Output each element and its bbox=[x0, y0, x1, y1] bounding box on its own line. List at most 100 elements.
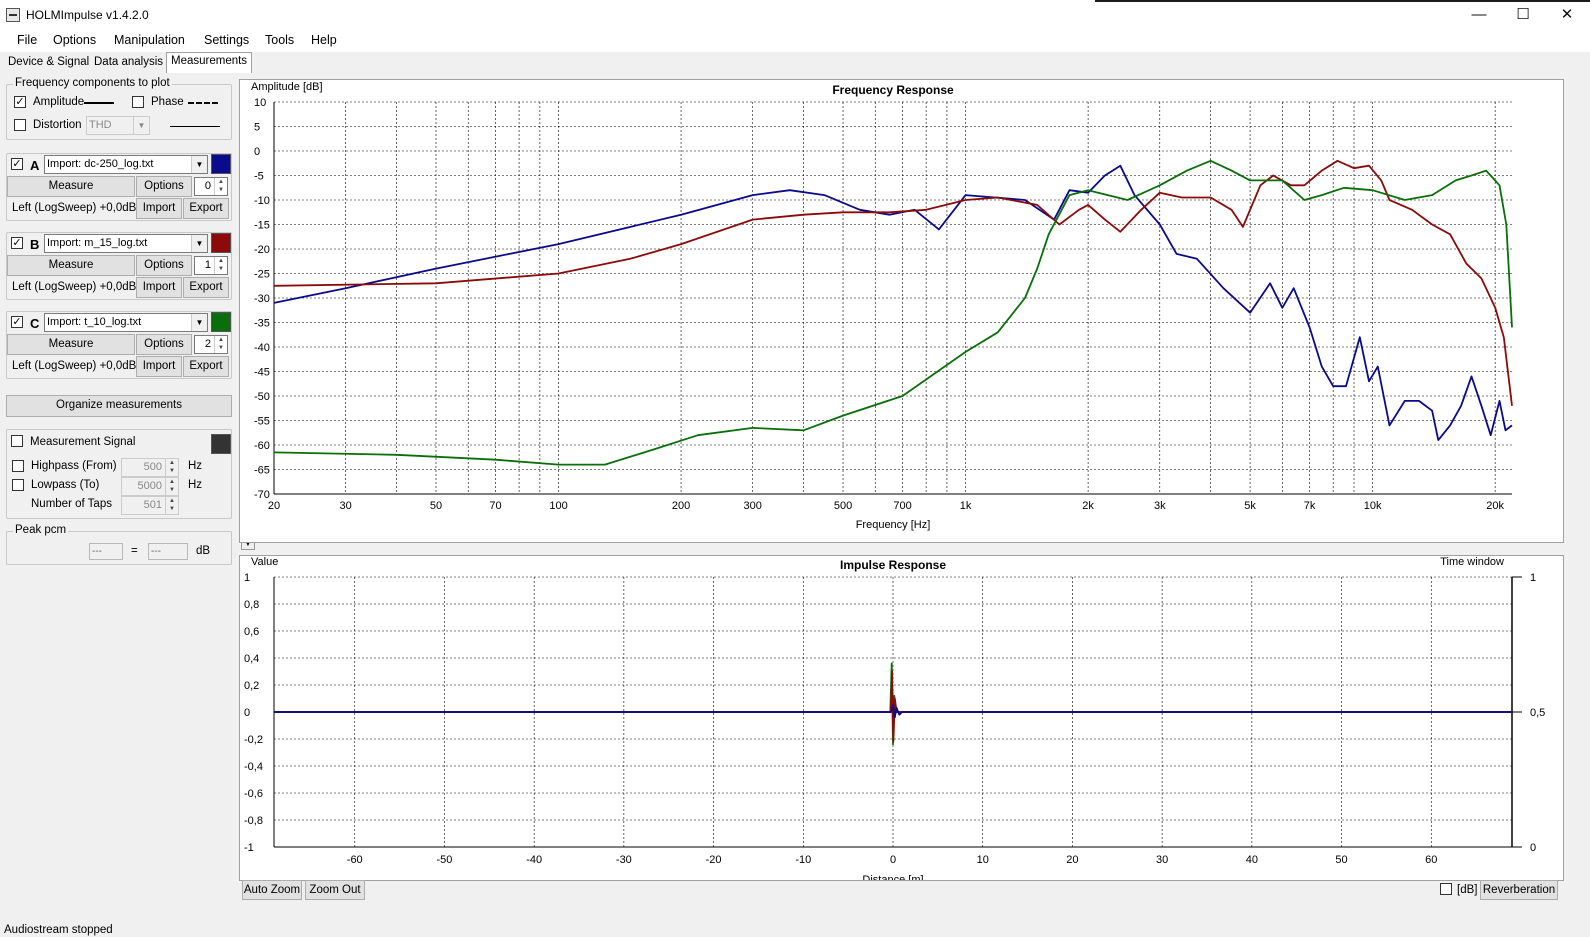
measurement-b-info: Left (LogSweep) +0,0dB bbox=[12, 281, 137, 293]
tab-device-signal[interactable]: Device & Signal bbox=[4, 54, 95, 72]
measurement-c-color-swatch[interactable] bbox=[211, 312, 231, 332]
ir-xlabel: Distance [m] bbox=[862, 874, 923, 880]
taps-spinner[interactable]: 501 ▲ ▼ bbox=[121, 496, 179, 515]
ir-xtick-label: -60 bbox=[347, 854, 363, 866]
fr-title: Frequency Response bbox=[832, 83, 954, 97]
impulse-response-chart[interactable]: Value Time window Impulse Response -60 -50 -4… bbox=[240, 556, 1563, 886]
peak-pcm-value-1: --- bbox=[89, 543, 123, 560]
measurement-a-offset-spinner[interactable]: 0 ▲ ▼ bbox=[194, 177, 228, 196]
tab-data-analysis[interactable]: Data analysis bbox=[90, 54, 169, 72]
measurement-c-offset-spinner[interactable]: 2 ▲ ▼ bbox=[194, 335, 228, 354]
fr-xtick-label: 30 bbox=[340, 500, 352, 512]
measurement-a-options-button[interactable]: Options bbox=[136, 176, 192, 197]
highpass-spinner[interactable]: 500 ▲ ▼ bbox=[121, 458, 179, 477]
menu-options[interactable]: Options bbox=[53, 33, 96, 47]
measurement-b-file-select[interactable]: Import: m_15_log.txt ▼ bbox=[44, 234, 208, 253]
ir-ytick-label: 0,2 bbox=[244, 680, 259, 692]
measurement-b-checkbox[interactable]: ✓ bbox=[11, 237, 23, 249]
fr-ytick-label: -65 bbox=[254, 465, 270, 477]
db-checkbox[interactable] bbox=[1440, 883, 1452, 895]
amplitude-checkbox[interactable]: ✓ bbox=[14, 96, 26, 108]
ir-ytick-label: 0,6 bbox=[244, 626, 259, 638]
ir-xtick-label: 40 bbox=[1246, 854, 1258, 866]
menu-file[interactable]: File bbox=[17, 33, 37, 47]
fr-ytick-label: -5 bbox=[254, 171, 264, 183]
fr-ytick-label: 5 bbox=[254, 122, 260, 134]
measurement-b-measure-button[interactable]: Measure bbox=[7, 255, 135, 276]
menu-help[interactable]: Help bbox=[311, 33, 337, 47]
app-icon bbox=[6, 8, 20, 22]
measurement-b-offset-spinner[interactable]: 1 ▲ ▼ bbox=[194, 256, 228, 275]
measurement-a-measure-button[interactable]: Measure bbox=[7, 176, 135, 197]
distortion-select-value: THD bbox=[89, 119, 112, 131]
measurement-a-file-select[interactable]: Import: dc-250_log.txt ▼ bbox=[44, 155, 208, 174]
fr-xtick-label: 50 bbox=[430, 500, 442, 512]
fr-xtick-label: 10k bbox=[1364, 500, 1382, 512]
auto-zoom-button[interactable]: Auto Zoom bbox=[242, 880, 302, 900]
menu-manipulation[interactable]: Manipulation bbox=[114, 33, 185, 47]
measurement-a-color-swatch[interactable] bbox=[211, 154, 231, 174]
minimize-button[interactable]: — bbox=[1456, 0, 1502, 30]
zoom-out-button[interactable]: Zoom Out bbox=[305, 880, 365, 900]
measurement-b-export-button[interactable]: Export bbox=[183, 277, 229, 298]
measurement-c-letter: C bbox=[30, 316, 40, 331]
reverberation-button[interactable]: Reverberation bbox=[1480, 880, 1558, 900]
taps-value: 501 bbox=[143, 499, 162, 511]
measurement-c-options-button[interactable]: Options bbox=[136, 334, 192, 355]
lowpass-spinner[interactable]: 5000 ▲ ▼ bbox=[121, 477, 179, 496]
fr-ytick-label: -30 bbox=[254, 293, 270, 305]
lowpass-checkbox[interactable] bbox=[12, 479, 24, 491]
fr-series-2 bbox=[273, 159, 1513, 466]
measurement-a-import-button[interactable]: Import bbox=[136, 198, 182, 219]
ir-title: Impulse Response bbox=[840, 558, 946, 572]
distortion-line-sample bbox=[170, 126, 220, 127]
measurement-c-measure-button[interactable]: Measure bbox=[7, 334, 135, 355]
amplitude-line-sample bbox=[84, 102, 114, 104]
measurement-c-import-button[interactable]: Import bbox=[136, 356, 182, 377]
chevron-down-icon: ▼ bbox=[191, 156, 207, 173]
measurement-c-export-button[interactable]: Export bbox=[183, 356, 229, 377]
fr-xtick-label: 1k bbox=[960, 500, 972, 512]
organize-measurements-button[interactable]: Organize measurements bbox=[6, 395, 232, 417]
phase-checkbox[interactable] bbox=[132, 96, 144, 108]
ir-xtick-label: -20 bbox=[706, 854, 722, 866]
spin-updown-icon: ▲ ▼ bbox=[165, 478, 178, 495]
frequency-response-chart[interactable]: Amplitude [dB] Frequency Response1050-5-1… bbox=[240, 80, 1563, 542]
highpass-label: Highpass (From) bbox=[31, 460, 117, 472]
distortion-checkbox[interactable] bbox=[14, 119, 26, 131]
ir-xtick-label: -10 bbox=[795, 854, 811, 866]
fr-ytick-label: 0 bbox=[254, 146, 260, 158]
measurement-a-export-button[interactable]: Export bbox=[183, 198, 229, 219]
menu-tools[interactable]: Tools bbox=[265, 33, 294, 47]
measurement-b-file: Import: m_15_log.txt bbox=[47, 237, 148, 249]
measurement-a-checkbox[interactable]: ✓ bbox=[11, 158, 23, 170]
close-button[interactable]: ✕ bbox=[1544, 0, 1590, 30]
fr-ytick-label: -60 bbox=[254, 440, 270, 452]
measurement-b-color-swatch[interactable] bbox=[211, 233, 231, 253]
ir-y2tick-label: 0 bbox=[1530, 842, 1536, 854]
fr-xlabel: Frequency [Hz] bbox=[856, 519, 931, 531]
peak-pcm-value-2: --- bbox=[148, 543, 188, 560]
ir-xtick-label: -30 bbox=[616, 854, 632, 866]
db-label: [dB] bbox=[1457, 884, 1478, 896]
measurement-signal-checkbox[interactable] bbox=[11, 435, 23, 447]
title-bar: HOLMImpulse v1.4.2.0 — ☐ ✕ bbox=[0, 0, 1590, 30]
impulse-response-panel: Value Time window Impulse Response -60 -50 -4… bbox=[239, 555, 1564, 886]
measurement-c-file-select[interactable]: Import: t_10_log.txt ▼ bbox=[44, 313, 208, 332]
measurement-signal-color-swatch[interactable] bbox=[211, 434, 231, 454]
measurement-signal-label: Measurement Signal bbox=[30, 436, 136, 448]
measurement-b-import-button[interactable]: Import bbox=[136, 277, 182, 298]
maximize-button[interactable]: ☐ bbox=[1500, 0, 1546, 30]
highpass-checkbox[interactable] bbox=[12, 460, 24, 472]
tab-measurements[interactable]: Measurements bbox=[166, 52, 253, 73]
status-bar: Audiostream stopped bbox=[4, 924, 113, 936]
measurement-c-checkbox[interactable]: ✓ bbox=[11, 316, 23, 328]
measurement-b-options-button[interactable]: Options bbox=[136, 255, 192, 276]
ir-xtick-label: 30 bbox=[1156, 854, 1168, 866]
fr-xtick-label: 100 bbox=[549, 500, 567, 512]
fr-xtick-label: 20 bbox=[268, 500, 280, 512]
distortion-select[interactable]: THD ▼ bbox=[86, 116, 150, 135]
fr-ytick-label: -45 bbox=[254, 367, 270, 379]
ir-y2label: Time window bbox=[1440, 556, 1504, 568]
menu-settings[interactable]: Settings bbox=[204, 33, 249, 47]
